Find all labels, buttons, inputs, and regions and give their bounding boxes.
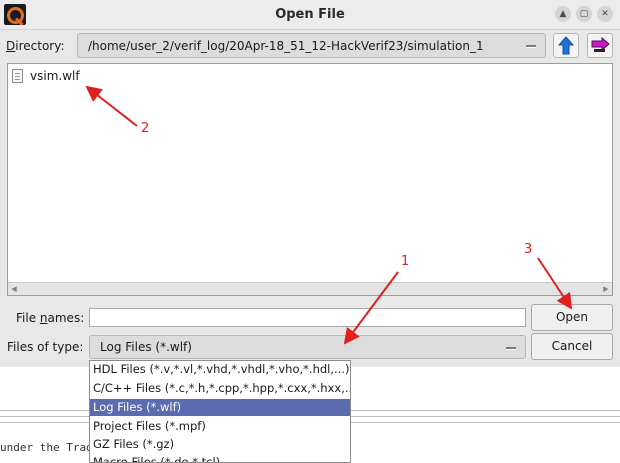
file-type-dropdown-list[interactable]: HDL Files (*.v,*.vl,*.vhd,*.vhdl,*.vho,*… — [89, 360, 351, 463]
directory-combobox[interactable]: /home/user_2/verif_log/20Apr-18_51_12-Ha… — [77, 33, 546, 58]
annotation-label-2: 2 — [141, 121, 150, 136]
background-text: under the Trade — [0, 441, 100, 454]
dropdown-option-hdl[interactable]: HDL Files (*.v,*.vl,*.vhd,*.vhdl,*.vho,*… — [90, 361, 350, 378]
dropdown-option-macro[interactable]: Macro Files (*.do,*.tcl) — [90, 454, 350, 462]
title-bar: Open File ▲ ▢ ✕ — [0, 0, 620, 30]
open-button-label: Open — [555, 310, 589, 324]
dropdown-option-cpp[interactable]: C/C++ Files (*.c,*.h,*.cpp,*.hpp,*.cxx,*… — [90, 380, 350, 397]
directory-path: /home/user_2/verif_log/20Apr-18_51_12-Ha… — [88, 39, 484, 53]
scroll-right-icon[interactable]: ▶ — [600, 283, 612, 295]
document-icon — [12, 69, 23, 83]
open-file-dialog: Directory: /home/user_2/verif_log/20Apr-… — [0, 30, 620, 367]
files-of-type-value: Log Files (*.wlf) — [100, 340, 192, 354]
up-arrow-icon — [557, 36, 575, 55]
file-names-label: File names: — [16, 311, 85, 325]
directory-label: Directory: — [6, 39, 65, 53]
directory-label-rest: irectory: — [15, 39, 65, 53]
file-names-input[interactable] — [89, 308, 526, 327]
magenta-arrow-icon — [591, 36, 610, 52]
horizontal-scrollbar[interactable]: ◀ ▶ — [8, 282, 612, 295]
maximize-icon[interactable]: ▢ — [576, 6, 592, 22]
close-icon[interactable]: ✕ — [597, 6, 613, 22]
open-button[interactable]: Open — [531, 304, 613, 331]
annotation-label-1: 1 — [401, 254, 410, 269]
up-icon[interactable]: ▲ — [555, 6, 571, 22]
annotation-label-3: 3 — [524, 242, 533, 257]
dropdown-option-log[interactable]: Log Files (*.wlf) — [90, 399, 350, 416]
combo-dropdown-icon — [506, 347, 516, 350]
cancel-button[interactable]: Cancel — [531, 333, 613, 360]
cancel-button-label: Cancel — [551, 339, 593, 353]
scroll-left-icon[interactable]: ◀ — [8, 283, 20, 295]
dropdown-option-gz[interactable]: GZ Files (*.gz) — [90, 436, 350, 453]
window-title: Open File — [275, 7, 345, 22]
files-of-type-label: Files of type: — [7, 340, 84, 354]
file-name: vsim.wlf — [30, 69, 80, 83]
dropdown-option-project[interactable]: Project Files (*.mpf) — [90, 418, 350, 435]
recent-directories-button[interactable] — [587, 33, 613, 58]
files-of-type-combobox[interactable]: Log Files (*.wlf) — [89, 335, 526, 359]
combo-dropdown-icon — [526, 45, 536, 48]
file-list[interactable]: vsim.wlf ◀ ▶ — [7, 63, 613, 296]
parent-directory-button[interactable] — [553, 33, 579, 58]
